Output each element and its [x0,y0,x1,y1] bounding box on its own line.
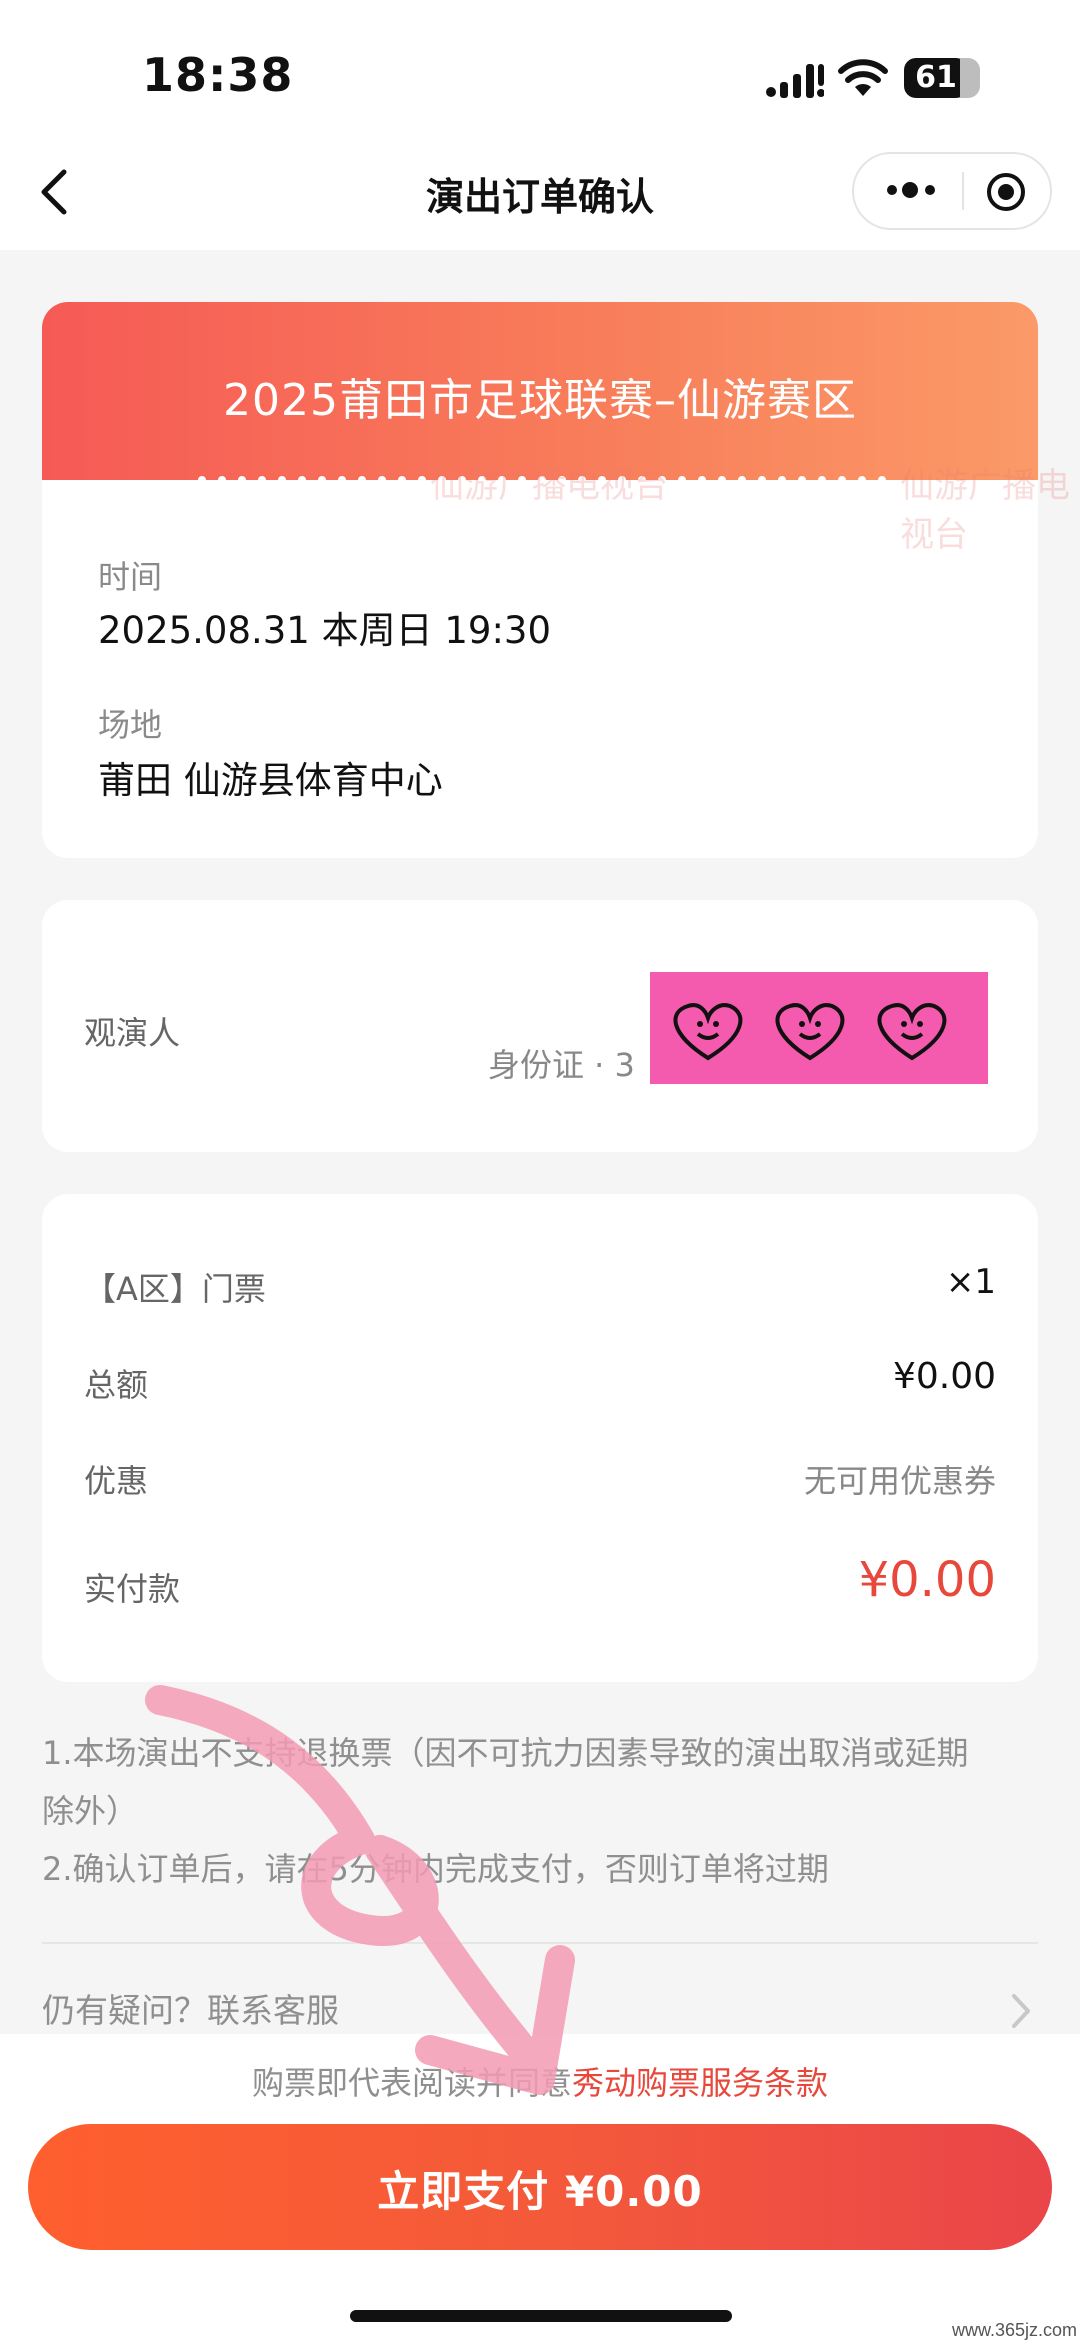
target-icon[interactable] [986,172,1026,212]
ticket-qty: ×1 [945,1262,996,1302]
terms-link[interactable]: 秀动购票服务条款 [572,2064,828,2102]
terms-prefix: 购票即代表阅读并同意 [251,2064,572,2102]
signal-icon [766,64,824,98]
total-label: 总额 [84,1366,149,1404]
status-time: 18:38 [142,48,294,102]
chevron-right-icon[interactable] [1008,1990,1034,2032]
privacy-sticker [650,972,988,1084]
contact-support-link[interactable]: 仍有疑问？联系客服 [42,1984,339,2032]
terms-line: 购票即代表阅读并同意秀动购票服务条款 [0,2058,1080,2104]
home-indicator [350,2310,732,2322]
note-line-1b: 除外） [42,1792,139,1830]
paid-value: ¥0.00 [858,1552,996,1608]
viewer-label: 观演人 [84,1014,181,1052]
note-line-1: 1.本场演出不支持退换票（因不可抗力因素导致的演出取消或延期 [42,1734,969,1772]
heart-faces-icon [673,1003,947,1061]
discount-value[interactable]: 无可用优惠券 [804,1456,996,1502]
watermark-text: 仙游广播电视台 [430,466,668,506]
watermark-text: 仙游广播电视台 [900,466,1070,555]
more-icon[interactable] [876,170,948,210]
site-watermark: www.365jz.com [952,2320,1078,2340]
viewer-id: 身份证 · 3 [488,1046,635,1084]
total-value: ¥0.00 [892,1356,996,1397]
event-title: 2025莆田市足球联赛–仙游赛区 [223,375,857,426]
battery-icon: 61 [904,58,980,98]
capsule-divider [962,172,964,210]
discount-label: 优惠 [84,1462,149,1500]
pay-button-label: 立即支付 ¥0.00 [377,2167,703,2216]
divider [42,1942,1038,1944]
time-value: 2025.08.31 本周日 19:30 [98,609,551,652]
venue-value: 莆田 仙游县体育中心 [98,759,443,802]
paid-label: 实付款 [84,1570,181,1608]
time-label: 时间 [98,558,163,596]
ticket-label: 【A区】门票 [84,1270,266,1308]
venue-label: 场地 [98,706,163,744]
wifi-icon [838,59,888,96]
battery-level: 61 [915,60,957,95]
note-line-2: 2.确认订单后，请在5分钟内完成支付，否则订单将过期 [42,1850,829,1888]
